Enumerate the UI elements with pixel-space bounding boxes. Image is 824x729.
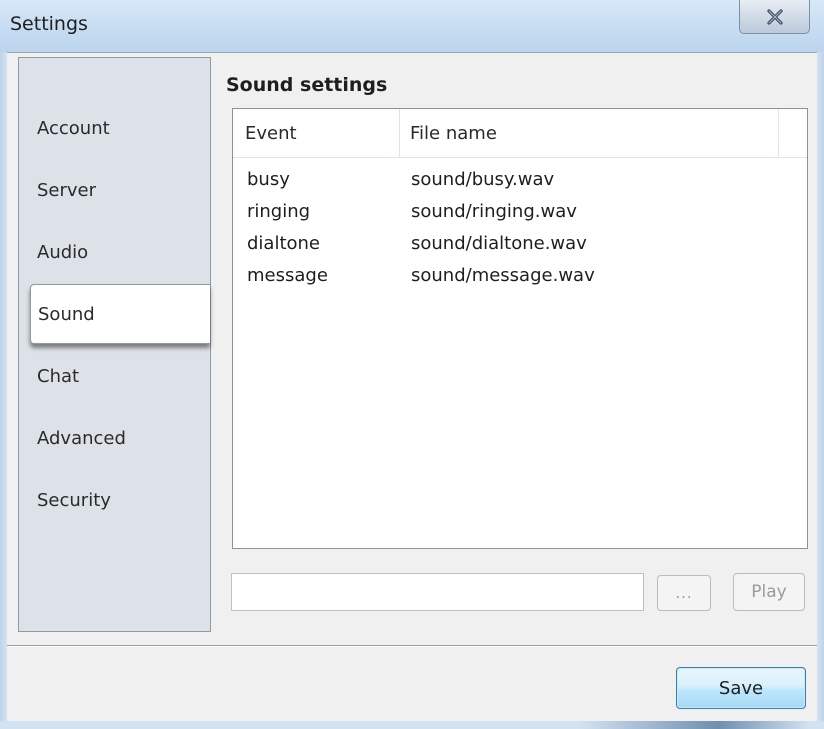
event-cell: busy: [247, 168, 290, 190]
title-bar[interactable]: Settings: [0, 0, 824, 52]
list-header: Event File name: [233, 109, 807, 158]
footer-divider: [7, 645, 817, 647]
column-header-file-name[interactable]: File name: [400, 109, 779, 157]
table-row[interactable]: busy sound/busy.wav: [233, 163, 807, 195]
event-cell: dialtone: [247, 232, 321, 254]
sidebar-item-chat[interactable]: Chat: [19, 346, 209, 406]
column-header-label: File name: [410, 122, 497, 144]
table-row[interactable]: message sound/message.wav: [233, 259, 807, 291]
sidebar-item-advanced[interactable]: Advanced: [19, 408, 209, 468]
window-frame-right: [817, 52, 824, 729]
sidebar-item-label: Sound: [38, 303, 95, 325]
window-title: Settings: [10, 13, 88, 35]
settings-sidebar: Account Server Audio Sound Chat Advanced…: [18, 57, 211, 632]
column-header-event[interactable]: Event: [233, 109, 400, 157]
play-button[interactable]: Play: [733, 573, 805, 611]
sidebar-item-account[interactable]: Account: [19, 98, 209, 158]
table-row[interactable]: ringing sound/ringing.wav: [233, 195, 807, 227]
browse-button[interactable]: ...: [657, 575, 711, 611]
file-cell: sound/dialtone.wav: [411, 232, 587, 254]
sidebar-item-label: Account: [37, 117, 110, 139]
sidebar-item-label: Chat: [37, 365, 80, 387]
sidebar-item-audio[interactable]: Audio: [19, 222, 209, 282]
window-frame-left: [0, 52, 7, 729]
file-cell: sound/message.wav: [411, 264, 595, 286]
section-title: Sound settings: [226, 74, 388, 96]
close-button[interactable]: [739, 0, 810, 34]
settings-window: Settings Account Server Audio Sound Chat…: [0, 0, 824, 729]
sound-events-list[interactable]: Event File name busy sound/busy.wav ring…: [232, 108, 808, 549]
event-cell: ringing: [247, 200, 311, 222]
sound-file-path-input[interactable]: [231, 573, 644, 611]
file-cell: sound/busy.wav: [411, 168, 555, 190]
sidebar-item-label: Audio: [37, 241, 89, 263]
sidebar-item-sound[interactable]: Sound: [30, 284, 210, 344]
sidebar-item-security[interactable]: Security: [19, 470, 209, 530]
sidebar-item-server[interactable]: Server: [19, 160, 209, 220]
sidebar-item-label: Security: [37, 489, 111, 511]
file-cell: sound/ringing.wav: [411, 200, 577, 222]
table-row[interactable]: dialtone sound/dialtone.wav: [233, 227, 807, 259]
sidebar-item-label: Server: [37, 179, 97, 201]
column-header-label: Event: [245, 122, 297, 144]
frame-shadow: [580, 721, 810, 729]
save-button[interactable]: Save: [676, 667, 806, 709]
sidebar-item-label: Advanced: [37, 427, 126, 449]
close-icon: [766, 8, 783, 25]
event-cell: message: [247, 264, 328, 286]
